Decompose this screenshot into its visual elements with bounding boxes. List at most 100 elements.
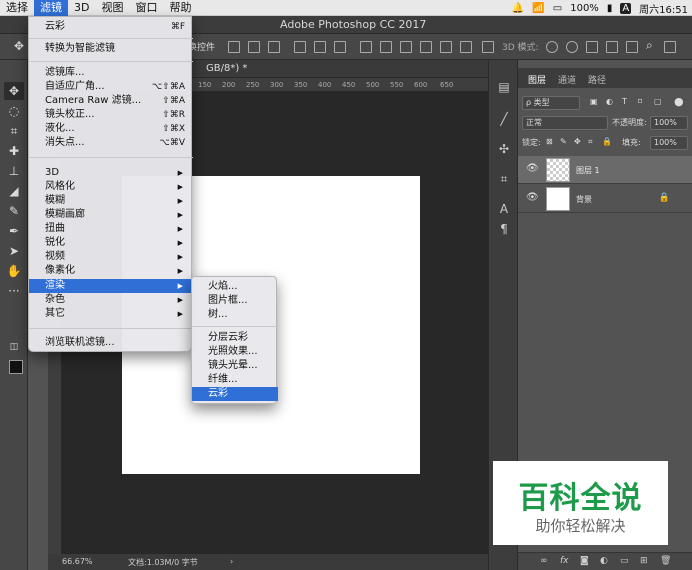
menu-item-video[interactable]: 视频 ▶ bbox=[29, 250, 193, 264]
menu-item-adaptive-wide-angle[interactable]: 自适应广角... ⌥⇧⌘A bbox=[29, 80, 193, 94]
3d-pan-icon[interactable] bbox=[586, 41, 598, 53]
quick-mask-icon[interactable]: ◫ bbox=[4, 338, 24, 356]
menu-filter[interactable]: 滤镜 bbox=[34, 0, 68, 16]
menu-item-distort[interactable]: 扭曲 ▶ bbox=[29, 222, 193, 236]
layer-filter-select[interactable]: ρ 类型 bbox=[522, 96, 580, 110]
submenu-item-fibers[interactable]: 纤维... bbox=[192, 373, 278, 387]
menu-item-other[interactable]: 其它 ▶ bbox=[29, 307, 193, 321]
distribute-bottom-icon[interactable] bbox=[400, 41, 412, 53]
properties-icon[interactable]: ▤ bbox=[497, 80, 511, 94]
input-indicator[interactable]: A bbox=[620, 2, 632, 14]
document-tab-label[interactable]: GB/8*) * bbox=[206, 63, 247, 74]
zoom-level[interactable]: 66.67% bbox=[62, 557, 93, 566]
menu-item-vanishing-point[interactable]: 消失点... ⌥⌘V bbox=[29, 136, 193, 150]
menu-item-blur-gallery[interactable]: 模糊画廊 ▶ bbox=[29, 208, 193, 222]
move-tool-icon[interactable]: ✥ bbox=[14, 39, 26, 53]
distribute-vcenter-icon[interactable] bbox=[380, 41, 392, 53]
align-right-icon[interactable] bbox=[334, 41, 346, 53]
crop-tool-icon[interactable]: ⌗ bbox=[4, 122, 24, 140]
brush-settings-icon[interactable]: ╱ bbox=[497, 112, 511, 126]
clone-stamp-icon[interactable]: ⊥ bbox=[4, 162, 24, 180]
submenu-item-clouds[interactable]: 云彩 bbox=[192, 387, 278, 401]
menu-item-3d[interactable]: 3D ▶ bbox=[29, 166, 193, 180]
menu-item-liquify[interactable]: 液化... ⇧⌘X bbox=[29, 122, 193, 136]
menu-select[interactable]: 选择 bbox=[0, 0, 34, 16]
submenu-item-lighting-effects[interactable]: 光照效果... bbox=[192, 345, 278, 359]
menu-3d[interactable]: 3D bbox=[68, 0, 95, 16]
puzzle-icon[interactable]: ✣ bbox=[497, 142, 511, 156]
lock-position-icon[interactable]: ✥ bbox=[574, 137, 581, 146]
selection-arrow-icon[interactable]: ➤ bbox=[4, 242, 24, 260]
submenu-item-flame[interactable]: 火焰... bbox=[192, 280, 278, 294]
align-hcenter-icon[interactable] bbox=[314, 41, 326, 53]
menu-item-filter-gallery[interactable]: 滤镜库... bbox=[29, 66, 193, 80]
menu-item-convert-smart-filter[interactable]: 转换为智能滤镜 bbox=[29, 42, 193, 56]
menu-help[interactable]: 帮助 bbox=[163, 0, 197, 16]
filter-type-icon[interactable]: T bbox=[622, 97, 627, 106]
menu-item-lens-correction[interactable]: 镜头校正... ⇧⌘R bbox=[29, 108, 193, 122]
eye-icon[interactable]: 👁 bbox=[526, 164, 539, 174]
airplay-icon[interactable]: ▭ bbox=[553, 3, 562, 14]
brush-tool-icon[interactable]: ✎ bbox=[4, 202, 24, 220]
layer-row[interactable]: 👁 图层 1 bbox=[518, 156, 692, 184]
filter-smart-object-icon[interactable]: ▢ bbox=[654, 97, 662, 106]
3d-roll-icon[interactable] bbox=[566, 41, 578, 53]
menu-item-stylize[interactable]: 风格化 ▶ bbox=[29, 180, 193, 194]
submenu-item-tree[interactable]: 树... bbox=[192, 308, 278, 322]
character-icon[interactable]: A bbox=[497, 202, 511, 216]
tab-channels[interactable]: 通道 bbox=[558, 73, 576, 86]
distribute-top-icon[interactable] bbox=[360, 41, 372, 53]
filter-adjustment-icon[interactable]: ◐ bbox=[606, 97, 613, 106]
group-icon[interactable]: ▭ bbox=[620, 556, 629, 566]
lock-icon[interactable]: 🔒 bbox=[659, 193, 670, 203]
align-left-icon[interactable] bbox=[294, 41, 306, 53]
search-icon[interactable]: ⌕ bbox=[646, 38, 658, 52]
blend-mode-select[interactable]: 正常 bbox=[522, 116, 608, 130]
fx-icon[interactable]: fx bbox=[560, 556, 569, 566]
filter-pixel-icon[interactable]: ▣ bbox=[590, 97, 598, 106]
link-icon[interactable]: ∞ bbox=[540, 556, 548, 566]
distribute-right-icon[interactable] bbox=[460, 41, 472, 53]
submenu-item-difference-clouds[interactable]: 分层云彩 bbox=[192, 331, 278, 345]
menu-item-sharpen[interactable]: 锐化 ▶ bbox=[29, 236, 193, 250]
fill-input[interactable]: 100% bbox=[650, 136, 688, 150]
menu-item-noise[interactable]: 杂色 ▶ bbox=[29, 293, 193, 307]
menu-item-camera-raw[interactable]: Camera Raw 滤镜... ⇧⌘A bbox=[29, 94, 193, 108]
eye-icon[interactable]: 👁 bbox=[526, 193, 539, 203]
filter-toggle-icon[interactable]: ● bbox=[674, 95, 684, 108]
move-tool-icon[interactable]: ✥ bbox=[4, 82, 24, 100]
foreground-color-swatch[interactable] bbox=[9, 360, 23, 374]
new-layer-icon[interactable]: ⊞ bbox=[640, 556, 648, 566]
wifi-icon[interactable]: 📶 bbox=[532, 3, 544, 14]
mask-icon[interactable]: ◙ bbox=[580, 556, 589, 566]
layer-name[interactable]: 背景 bbox=[576, 194, 592, 205]
menu-item-blur[interactable]: 模糊 ▶ bbox=[29, 194, 193, 208]
crop-panel-icon[interactable]: ⌗ bbox=[497, 172, 511, 186]
clock[interactable]: 周六16:51 bbox=[639, 1, 688, 16]
align-top-icon[interactable] bbox=[228, 41, 240, 53]
lock-all-icon[interactable]: 🔒 bbox=[602, 137, 612, 146]
auto-align-icon[interactable] bbox=[482, 41, 494, 53]
submenu-item-picture-frame[interactable]: 图片框... bbox=[192, 294, 278, 308]
layer-name[interactable]: 图层 1 bbox=[576, 165, 600, 176]
lock-transparency-icon[interactable]: ⊠ bbox=[546, 137, 553, 146]
battery-label[interactable]: 100% bbox=[570, 3, 599, 14]
adjustment-icon[interactable]: ◐ bbox=[600, 556, 608, 566]
lock-artboard-icon[interactable]: ⌗ bbox=[588, 137, 593, 147]
opacity-input[interactable]: 100% bbox=[650, 116, 688, 130]
distribute-hcenter-icon[interactable] bbox=[440, 41, 452, 53]
workspace-icon[interactable] bbox=[664, 41, 676, 53]
menu-item-render[interactable]: 渲染 ▶ bbox=[29, 279, 193, 293]
notification-icon[interactable]: 🔔 bbox=[512, 3, 524, 14]
menu-item-pixelate[interactable]: 像素化 ▶ bbox=[29, 264, 193, 278]
align-vcenter-icon[interactable] bbox=[248, 41, 260, 53]
3d-slide-icon[interactable] bbox=[606, 41, 618, 53]
eraser-tool-icon[interactable]: ◢ bbox=[4, 182, 24, 200]
tab-layers[interactable]: 图层 bbox=[528, 73, 546, 86]
more-tools-icon[interactable]: ··· bbox=[4, 282, 24, 300]
submenu-item-lens-flare[interactable]: 镜头光晕... bbox=[192, 359, 278, 373]
filter-shape-icon[interactable]: ⌑ bbox=[638, 97, 642, 106]
paragraph-icon[interactable]: ¶ bbox=[497, 222, 511, 236]
3d-rotate-icon[interactable] bbox=[546, 41, 558, 53]
menu-window[interactable]: 窗口 bbox=[129, 0, 163, 16]
